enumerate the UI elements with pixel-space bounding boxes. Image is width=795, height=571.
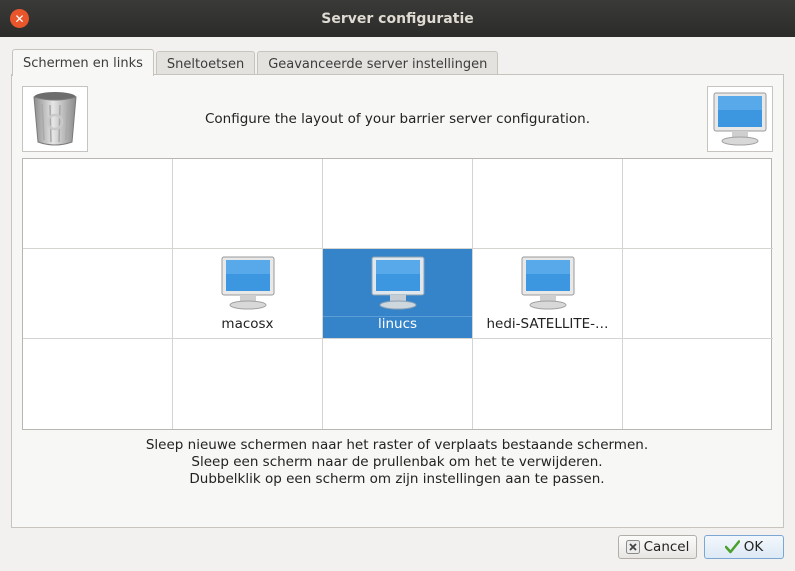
- tab-schermen-en-links[interactable]: Schermen en links: [12, 49, 154, 76]
- new-screen-drag-source[interactable]: [707, 86, 773, 152]
- screen-hedi-satellite[interactable]: hedi-SATELLITE-…: [473, 249, 623, 339]
- help-line: Dubbelklik op een scherm om zijn instell…: [189, 471, 605, 487]
- tab-sneltoetsen[interactable]: Sneltoetsen: [155, 51, 256, 76]
- screen-name: linucs: [377, 316, 418, 332]
- grid-cell[interactable]: [173, 159, 323, 249]
- grid-cell[interactable]: [323, 339, 473, 429]
- title-bar: ✕ Server configuratie: [0, 0, 795, 37]
- cancel-icon: [625, 540, 640, 554]
- help-line: Sleep nieuwe schermen naar het raster of…: [145, 437, 649, 453]
- ok-label: OK: [743, 539, 764, 555]
- tab-geavanceerde-server-instellingen[interactable]: Geavanceerde server instellingen: [257, 51, 499, 76]
- grid-cell[interactable]: [623, 249, 773, 339]
- ok-button[interactable]: OK: [704, 535, 784, 559]
- screen-macosx[interactable]: macosx: [173, 249, 323, 339]
- trash-icon: [33, 92, 77, 146]
- window-title: Server configuratie: [321, 10, 474, 27]
- help-text: Sleep nieuwe schermen naar het raster of…: [22, 437, 772, 488]
- screen-name: hedi-SATELLITE-…: [486, 316, 609, 332]
- help-line: Sleep een scherm naar de prullenbak om h…: [191, 454, 603, 470]
- grid-cell[interactable]: [623, 159, 773, 249]
- cancel-label: Cancel: [643, 539, 690, 555]
- monitor-icon: [521, 256, 574, 310]
- grid-cell[interactable]: [323, 159, 473, 249]
- grid-cell[interactable]: [23, 249, 173, 339]
- checkmark-icon: [724, 540, 740, 554]
- grid-cell[interactable]: [473, 159, 623, 249]
- screen-grid[interactable]: macosx linucs hedi-SATELLITE-…: [22, 158, 773, 430]
- grid-cell[interactable]: [173, 339, 323, 429]
- trash-drop-target[interactable]: [22, 86, 88, 152]
- grid-cell[interactable]: [23, 339, 173, 429]
- layout-description: Configure the layout of your barrier ser…: [204, 111, 590, 127]
- screen-linucs[interactable]: linucs: [323, 249, 473, 339]
- close-icon[interactable]: ✕: [10, 9, 29, 28]
- grid-cell[interactable]: [23, 159, 173, 249]
- monitor-icon: [713, 92, 767, 146]
- tab-bar: Schermen en links Sneltoetsen Geavanceer…: [12, 49, 500, 76]
- monitor-icon: [221, 256, 274, 310]
- grid-cell[interactable]: [473, 339, 623, 429]
- screen-name: macosx: [221, 316, 274, 332]
- monitor-icon: [371, 256, 424, 310]
- grid-cell[interactable]: [623, 339, 773, 429]
- cancel-button[interactable]: Cancel: [618, 535, 697, 559]
